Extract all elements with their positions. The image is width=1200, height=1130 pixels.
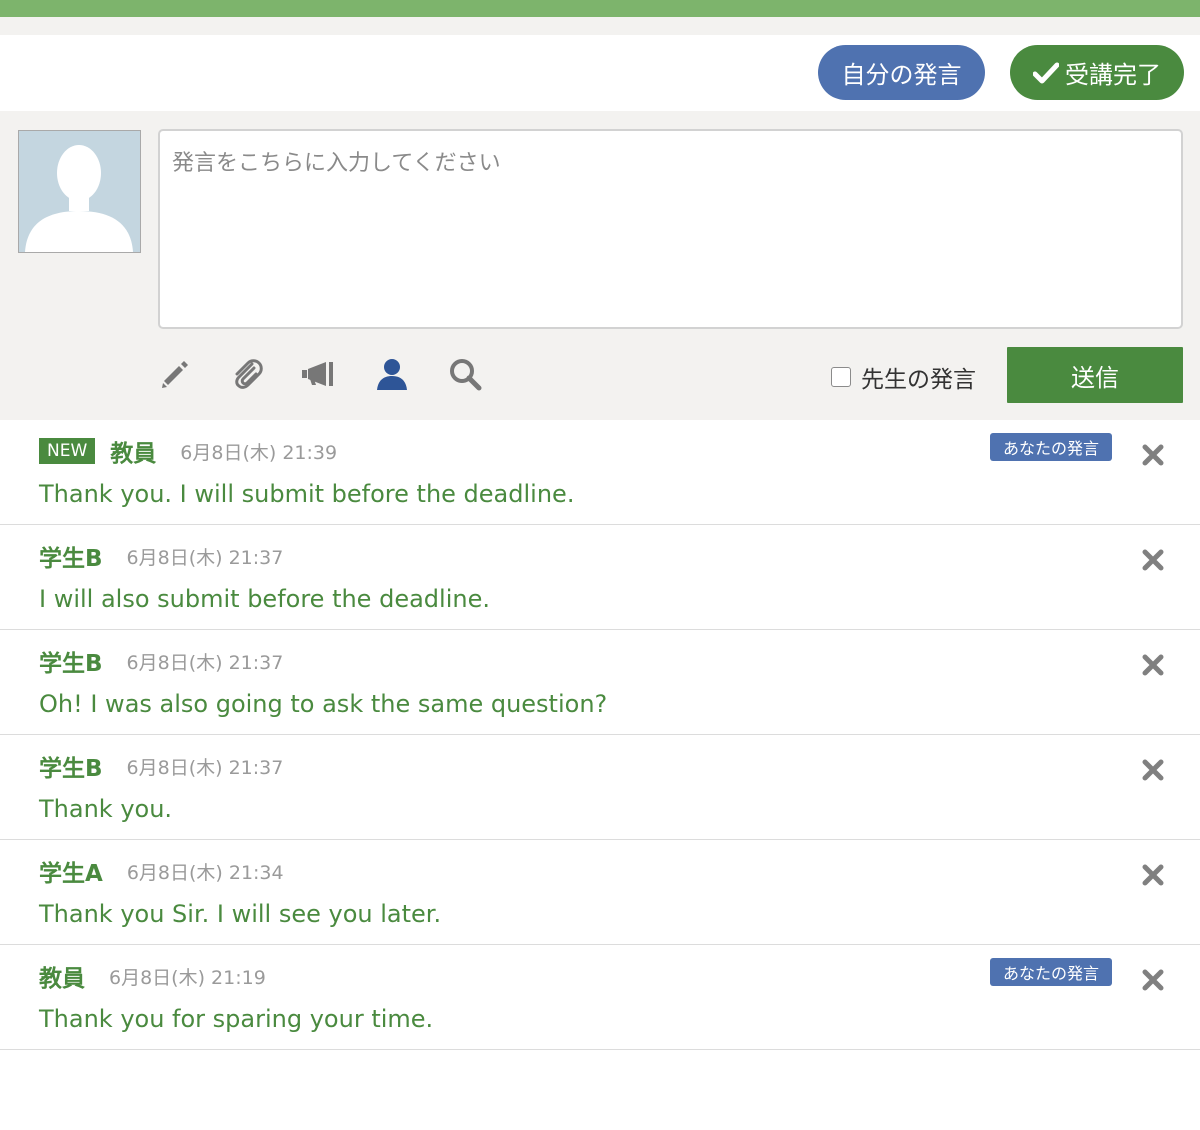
timestamp: 6月8日(木) 21:37 xyxy=(126,756,284,779)
person-icon xyxy=(377,359,407,390)
pencil-icon xyxy=(162,361,188,388)
announce-button[interactable] xyxy=(299,354,339,394)
author-name: 教員 xyxy=(39,966,85,992)
message-item: 教員 6月8日(木) 21:19 Thank you for sparing y… xyxy=(0,945,1200,1050)
my-posts-button[interactable]: 自分の発言 xyxy=(818,45,985,100)
message-header: 学生B 6月8日(木) 21:37 xyxy=(39,646,284,677)
your-post-badge: あなたの発言 xyxy=(990,958,1112,986)
message-header: 教員 6月8日(木) 21:19 xyxy=(39,961,266,992)
delete-button[interactable] xyxy=(1140,547,1166,573)
message-item: 学生B 6月8日(木) 21:37 Thank you. xyxy=(0,735,1200,840)
course-complete-label: 受講完了 xyxy=(1065,62,1161,89)
message-feed: NEW 教員 6月8日(木) 21:39 Thank you. I will s… xyxy=(0,420,1200,1050)
message-header: 学生B 6月8日(木) 21:37 xyxy=(39,751,284,782)
compose-panel: 先生の発言 送信 xyxy=(0,111,1200,420)
message-text: Thank you. I will submit before the dead… xyxy=(39,480,575,508)
teacher-post-checkbox[interactable] xyxy=(831,367,851,387)
timestamp: 6月8日(木) 21:39 xyxy=(180,441,338,464)
delete-button[interactable] xyxy=(1140,757,1166,783)
author-name: 学生B xyxy=(39,546,103,572)
delete-button[interactable] xyxy=(1140,967,1166,993)
timestamp: 6月8日(木) 21:37 xyxy=(126,651,284,674)
send-button[interactable]: 送信 xyxy=(1007,347,1183,403)
delete-button[interactable] xyxy=(1140,442,1166,468)
search-icon xyxy=(450,359,482,391)
close-icon xyxy=(1142,969,1164,991)
checkmark-icon xyxy=(1033,62,1059,83)
message-item: 学生A 6月8日(木) 21:34 Thank you Sir. I will … xyxy=(0,840,1200,945)
timestamp: 6月8日(木) 21:34 xyxy=(126,861,284,884)
attach-file-button[interactable] xyxy=(227,354,267,394)
close-icon xyxy=(1142,549,1164,571)
message-text: Oh! I was also going to ask the same que… xyxy=(39,690,608,718)
message-item: NEW 教員 6月8日(木) 21:39 Thank you. I will s… xyxy=(0,420,1200,525)
paperclip-icon xyxy=(235,359,263,389)
message-item: 学生B 6月8日(木) 21:37 Oh! I was also going t… xyxy=(0,630,1200,735)
close-icon xyxy=(1142,444,1164,466)
message-text: Thank you. xyxy=(39,795,173,823)
teacher-post-label: 先生の発言 xyxy=(861,367,976,393)
mention-user-button[interactable] xyxy=(372,354,412,394)
message-text: Thank you for sparing your time. xyxy=(39,1005,434,1033)
message-header: 学生B 6月8日(木) 21:37 xyxy=(39,541,284,572)
message-item: 学生B 6月8日(木) 21:37 I will also submit bef… xyxy=(0,525,1200,630)
top-accent-bar xyxy=(0,0,1200,17)
megaphone-icon xyxy=(302,362,333,386)
message-header: NEW 教員 6月8日(木) 21:39 xyxy=(39,436,338,467)
timestamp: 6月8日(木) 21:37 xyxy=(126,546,284,569)
teacher-post-toggle[interactable]: 先生の発言 xyxy=(831,360,976,394)
default-user-icon xyxy=(25,145,133,252)
author-name: 学生B xyxy=(39,756,103,782)
search-button[interactable] xyxy=(445,354,485,394)
delete-button[interactable] xyxy=(1140,862,1166,888)
your-post-badge: あなたの発言 xyxy=(990,433,1112,461)
pencil-tool-button[interactable] xyxy=(155,354,195,394)
author-name: 学生A xyxy=(39,861,103,887)
message-header: 学生A 6月8日(木) 21:34 xyxy=(39,856,284,887)
delete-button[interactable] xyxy=(1140,652,1166,678)
close-icon xyxy=(1142,864,1164,886)
avatar xyxy=(18,130,141,253)
message-text: Thank you Sir. I will see you later. xyxy=(39,900,442,928)
author-name: 教員 xyxy=(110,441,157,467)
post-input[interactable] xyxy=(158,129,1183,329)
author-name: 学生B xyxy=(39,651,103,677)
timestamp: 6月8日(木) 21:19 xyxy=(109,966,266,989)
top-divider-strip xyxy=(0,17,1200,35)
close-icon xyxy=(1142,759,1164,781)
message-text: I will also submit before the deadline. xyxy=(39,585,490,613)
course-complete-button[interactable]: 受講完了 xyxy=(1010,45,1184,100)
new-badge: NEW xyxy=(39,438,96,464)
close-icon xyxy=(1142,654,1164,676)
